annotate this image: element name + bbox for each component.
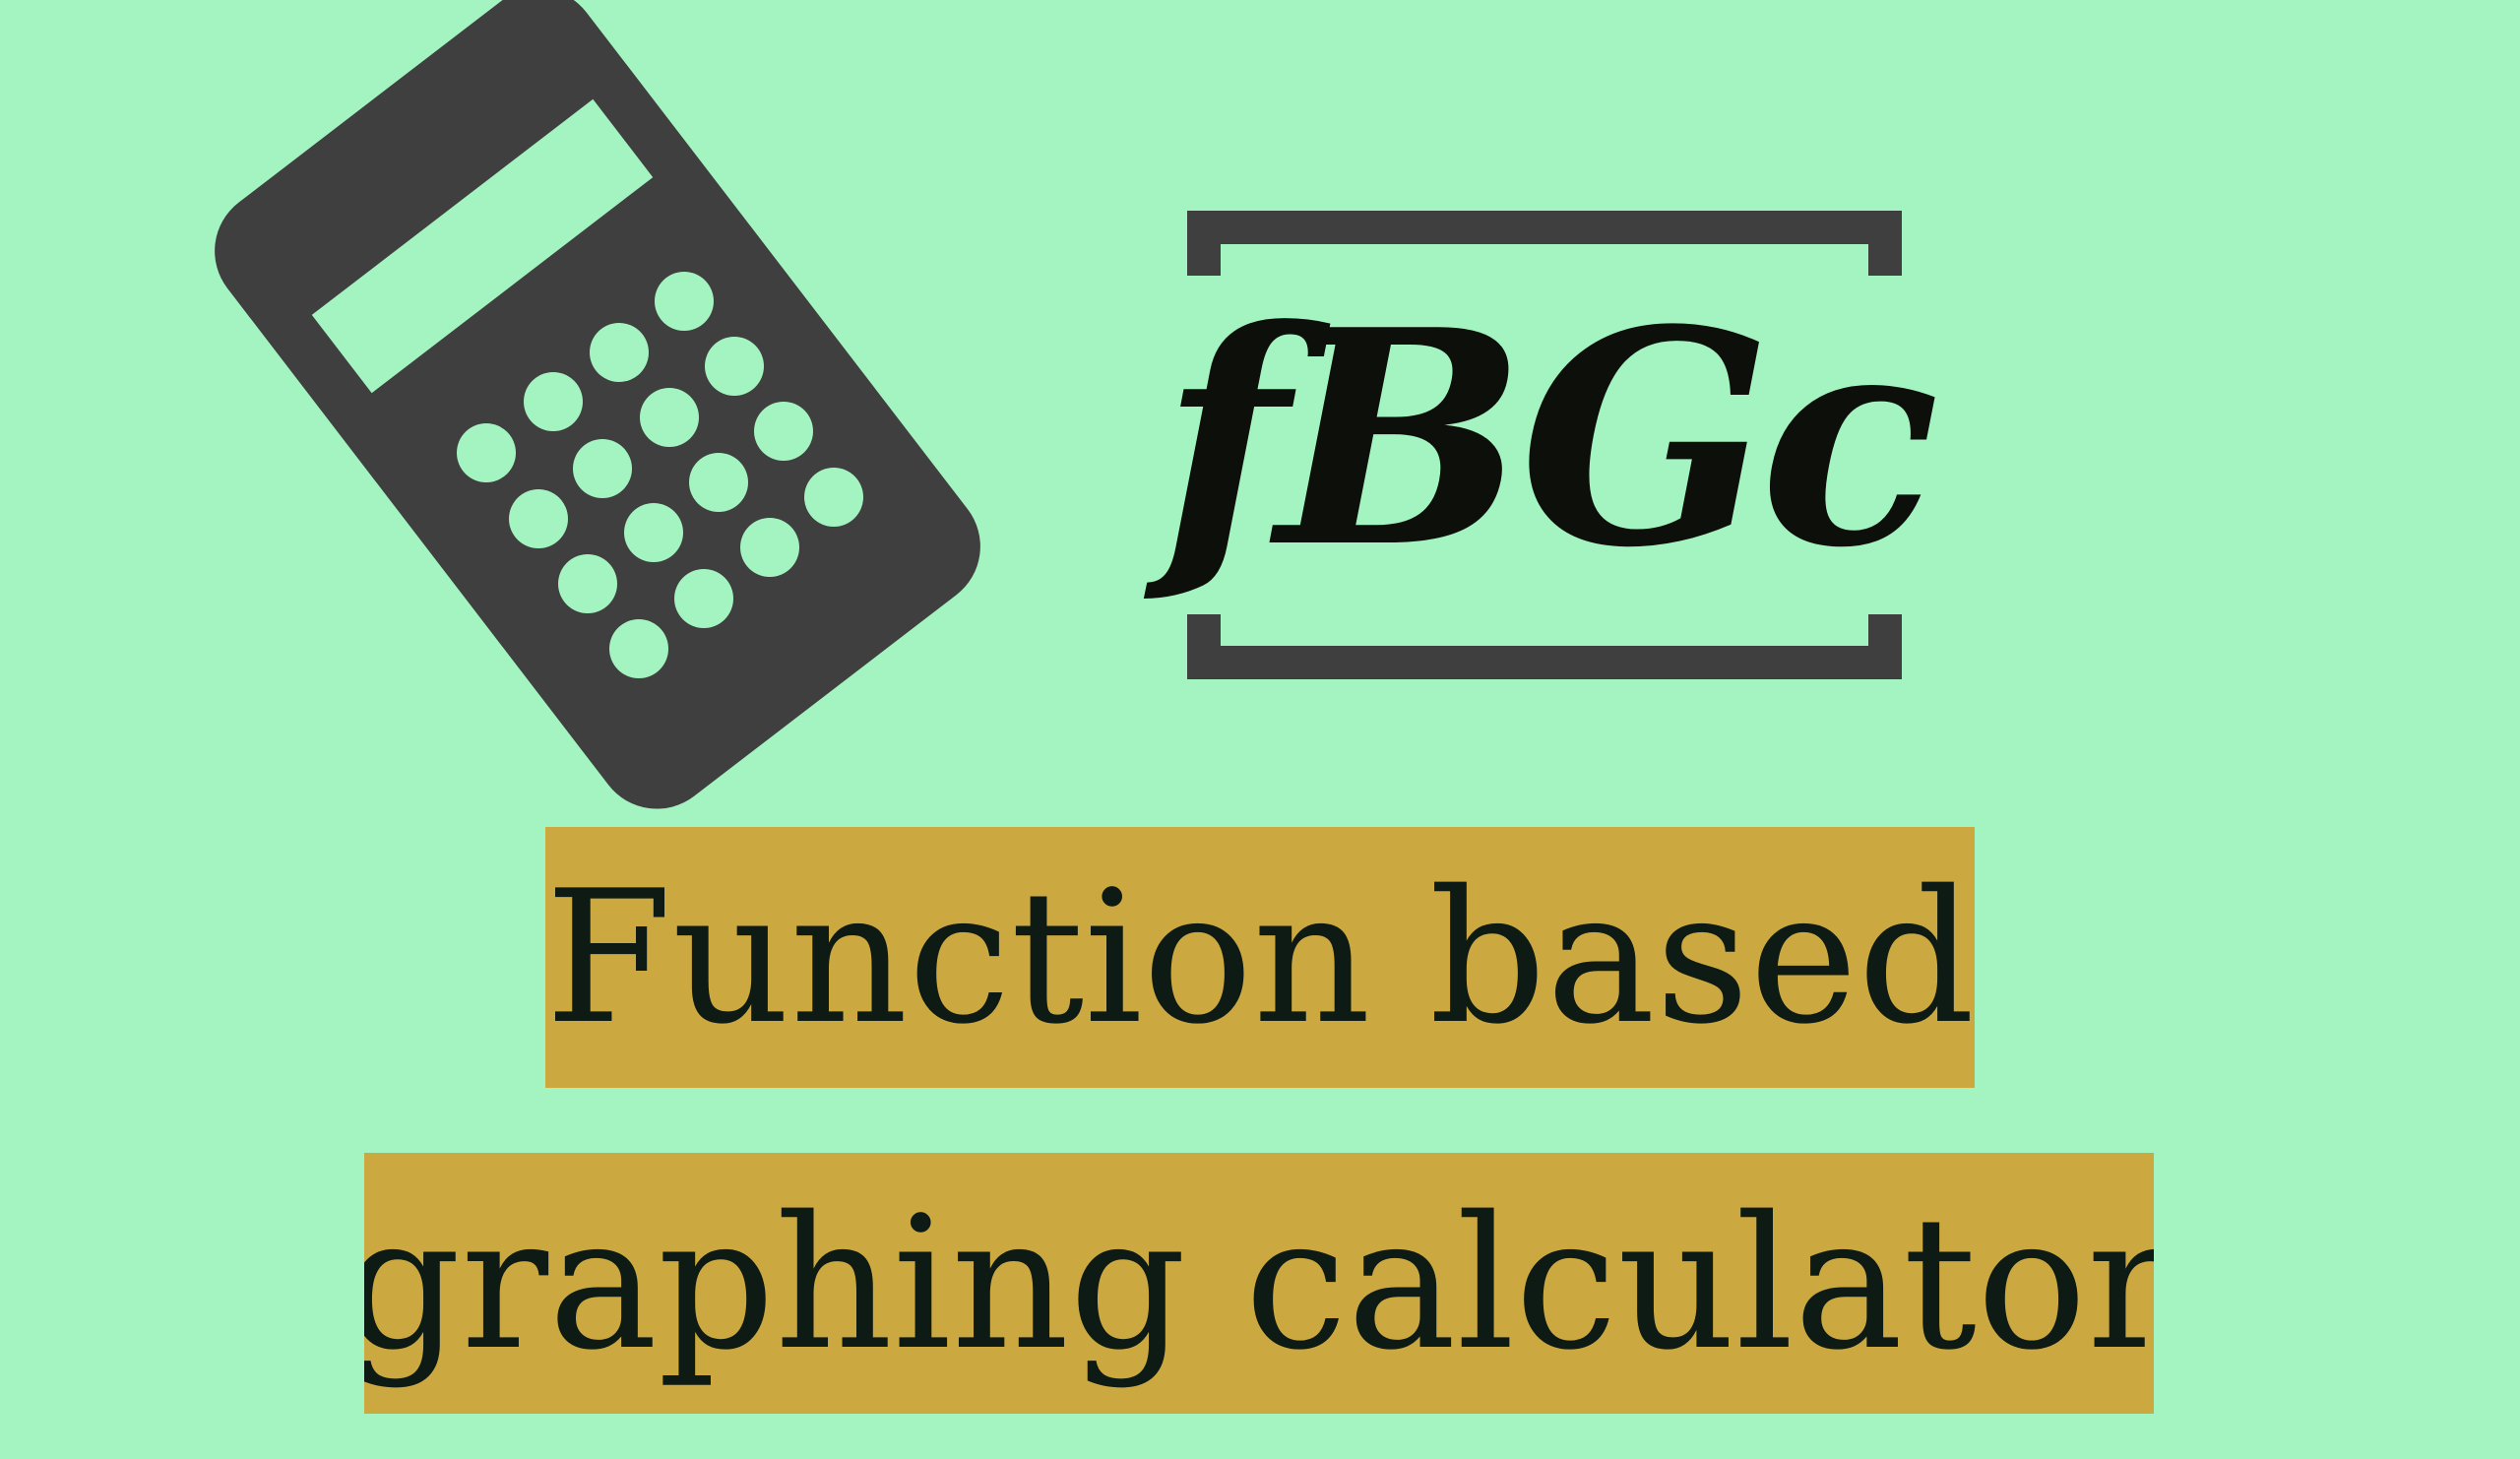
- title-banner-line-1: Function based: [545, 827, 1975, 1088]
- calculator-key: [640, 388, 699, 447]
- logo-wordmark: fBGc: [1161, 265, 1939, 612]
- title-line-2: graphing calculator: [364, 1175, 2154, 1390]
- calculator-key: [573, 439, 632, 498]
- calculator-key: [804, 468, 863, 527]
- title-banner-line-2: graphing calculator: [364, 1153, 2154, 1414]
- calculator-key: [558, 554, 617, 613]
- calculator-key: [655, 272, 714, 331]
- calculator-key: [457, 423, 516, 482]
- calculator-key: [705, 337, 764, 396]
- calculator-key: [740, 518, 799, 577]
- calculator-key: [624, 503, 683, 562]
- calculator-body: [215, 0, 980, 809]
- calculator-key: [674, 569, 733, 628]
- calculator-key: [689, 453, 748, 512]
- calculator-key: [590, 323, 649, 382]
- calculator-key: [609, 619, 668, 678]
- calculator-key: [509, 489, 568, 548]
- calculator-key: [524, 372, 583, 431]
- title-line-1: Function based: [545, 850, 1975, 1064]
- calculator-key: [754, 402, 813, 461]
- graphic-canvas: fBGc Function based graphing calculator: [0, 0, 2520, 1459]
